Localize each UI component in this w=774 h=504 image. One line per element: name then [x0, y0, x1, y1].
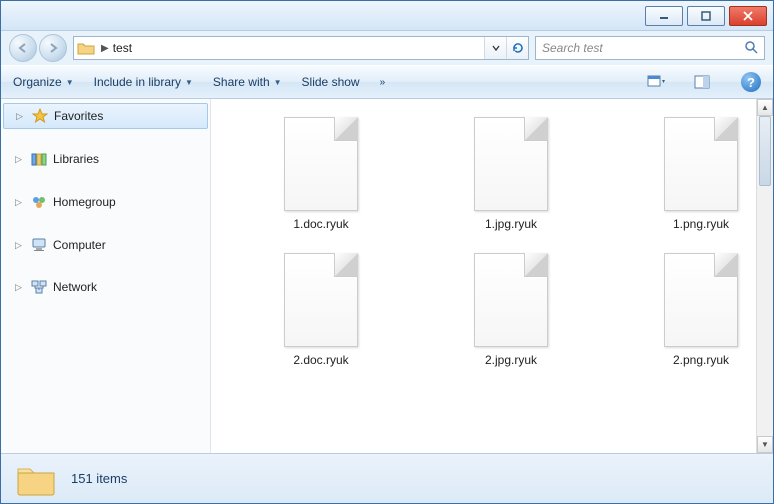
file-icon [664, 117, 738, 211]
nav-history-buttons [9, 34, 67, 62]
chevron-down-icon: ▼ [274, 78, 282, 87]
file-name: 1.png.ryuk [673, 217, 729, 231]
chevron-down-icon [492, 44, 500, 52]
sidebar-item-label: Computer [53, 238, 106, 252]
expand-icon: ▷ [15, 282, 25, 293]
sidebar-item-computer[interactable]: ▷ Computer [1, 233, 210, 257]
details-pane: 151 items [1, 453, 773, 503]
forward-button[interactable] [39, 34, 67, 62]
expand-icon: ▷ [15, 154, 25, 165]
sidebar-item-network[interactable]: ▷ Network [1, 275, 210, 299]
slide-show-button[interactable]: Slide show [302, 75, 360, 89]
sidebar-item-libraries[interactable]: ▷ Libraries [1, 147, 210, 171]
nav-row: ▶ test Search test [1, 31, 773, 65]
minimize-button[interactable] [645, 6, 683, 26]
explorer-body: ▷ Favorites ▷ Libraries ▷ Homegroup ▷ Co… [1, 99, 773, 453]
chevron-down-icon: ▼ [66, 78, 74, 87]
refresh-button[interactable] [506, 37, 528, 59]
file-item[interactable]: 2.jpg.ryuk [431, 253, 591, 367]
help-button[interactable]: ? [741, 72, 761, 92]
sidebar-item-label: Network [53, 280, 97, 294]
scroll-track[interactable] [757, 116, 773, 436]
sidebar-item-label: Libraries [53, 152, 99, 166]
file-icon [664, 253, 738, 347]
folder-icon [75, 37, 97, 59]
file-icon [284, 117, 358, 211]
file-name: 2.jpg.ryuk [485, 353, 537, 367]
file-name: 2.png.ryuk [673, 353, 729, 367]
explorer-window: ▶ test Search test Organize ▼ Include in … [0, 0, 774, 504]
network-icon [31, 280, 47, 294]
star-icon [32, 108, 48, 124]
file-item[interactable]: 1.jpg.ryuk [431, 117, 591, 231]
back-arrow-icon [17, 42, 29, 54]
refresh-icon [512, 42, 524, 54]
navigation-pane[interactable]: ▷ Favorites ▷ Libraries ▷ Homegroup ▷ Co… [1, 99, 211, 453]
maximize-button[interactable] [687, 6, 725, 26]
file-item[interactable]: 2.png.ryuk [621, 253, 773, 367]
libraries-icon [31, 152, 47, 166]
expand-icon: ▷ [15, 197, 25, 208]
maximize-icon [701, 11, 711, 21]
close-icon [743, 11, 753, 21]
organize-menu[interactable]: Organize ▼ [13, 75, 74, 89]
title-bar [1, 1, 773, 31]
vertical-scrollbar[interactable]: ▲ ▼ [756, 99, 773, 453]
chevron-right-icon: » [380, 77, 386, 88]
search-placeholder: Search test [542, 41, 603, 55]
address-bar[interactable]: ▶ test [73, 36, 529, 60]
sidebar-item-homegroup[interactable]: ▷ Homegroup [1, 189, 210, 215]
share-with-menu[interactable]: Share with ▼ [213, 75, 282, 89]
file-name: 1.doc.ryuk [293, 217, 348, 231]
minimize-icon [659, 11, 669, 21]
file-view[interactable]: 1.doc.ryuk 1.jpg.ryuk 1.png.ryuk 2.doc.r… [211, 99, 773, 453]
file-icon [474, 117, 548, 211]
close-button[interactable] [729, 6, 767, 26]
preview-pane-button[interactable] [689, 71, 715, 93]
view-options-button[interactable] [643, 71, 669, 93]
item-count: 151 items [71, 471, 127, 486]
include-in-library-menu[interactable]: Include in library ▼ [94, 75, 193, 89]
view-icon [647, 75, 665, 89]
sidebar-item-label: Homegroup [53, 195, 116, 209]
forward-arrow-icon [47, 42, 59, 54]
folder-icon [15, 461, 57, 497]
file-name: 2.doc.ryuk [293, 353, 348, 367]
overflow-menu[interactable]: » [380, 77, 386, 88]
share-label: Share with [213, 75, 270, 89]
slideshow-label: Slide show [302, 75, 360, 89]
file-item[interactable]: 1.png.ryuk [621, 117, 773, 231]
organize-label: Organize [13, 75, 62, 89]
back-button[interactable] [9, 34, 37, 62]
computer-icon [31, 238, 47, 252]
file-icon [474, 253, 548, 347]
include-label: Include in library [94, 75, 181, 89]
file-item[interactable]: 1.doc.ryuk [241, 117, 401, 231]
chevron-down-icon: ▼ [185, 78, 193, 87]
file-icon [284, 253, 358, 347]
breadcrumb-folder[interactable]: test [113, 41, 132, 55]
scroll-thumb[interactable] [759, 116, 771, 186]
scroll-up-button[interactable]: ▲ [757, 99, 773, 116]
sidebar-item-label: Favorites [54, 109, 103, 123]
file-name: 1.jpg.ryuk [485, 217, 537, 231]
expand-icon: ▷ [16, 111, 26, 122]
preview-pane-icon [694, 75, 710, 89]
command-bar: Organize ▼ Include in library ▼ Share with… [1, 65, 773, 99]
scroll-down-button[interactable]: ▼ [757, 436, 773, 453]
sidebar-item-favorites[interactable]: ▷ Favorites [3, 103, 208, 129]
search-input[interactable]: Search test [535, 36, 765, 60]
search-icon [744, 40, 758, 57]
file-grid: 1.doc.ryuk 1.jpg.ryuk 1.png.ryuk 2.doc.r… [211, 99, 773, 385]
address-dropdown-button[interactable] [484, 37, 506, 59]
expand-icon: ▷ [15, 240, 25, 251]
homegroup-icon [31, 194, 47, 210]
breadcrumb-separator-icon: ▶ [97, 43, 113, 54]
file-item[interactable]: 2.doc.ryuk [241, 253, 401, 367]
